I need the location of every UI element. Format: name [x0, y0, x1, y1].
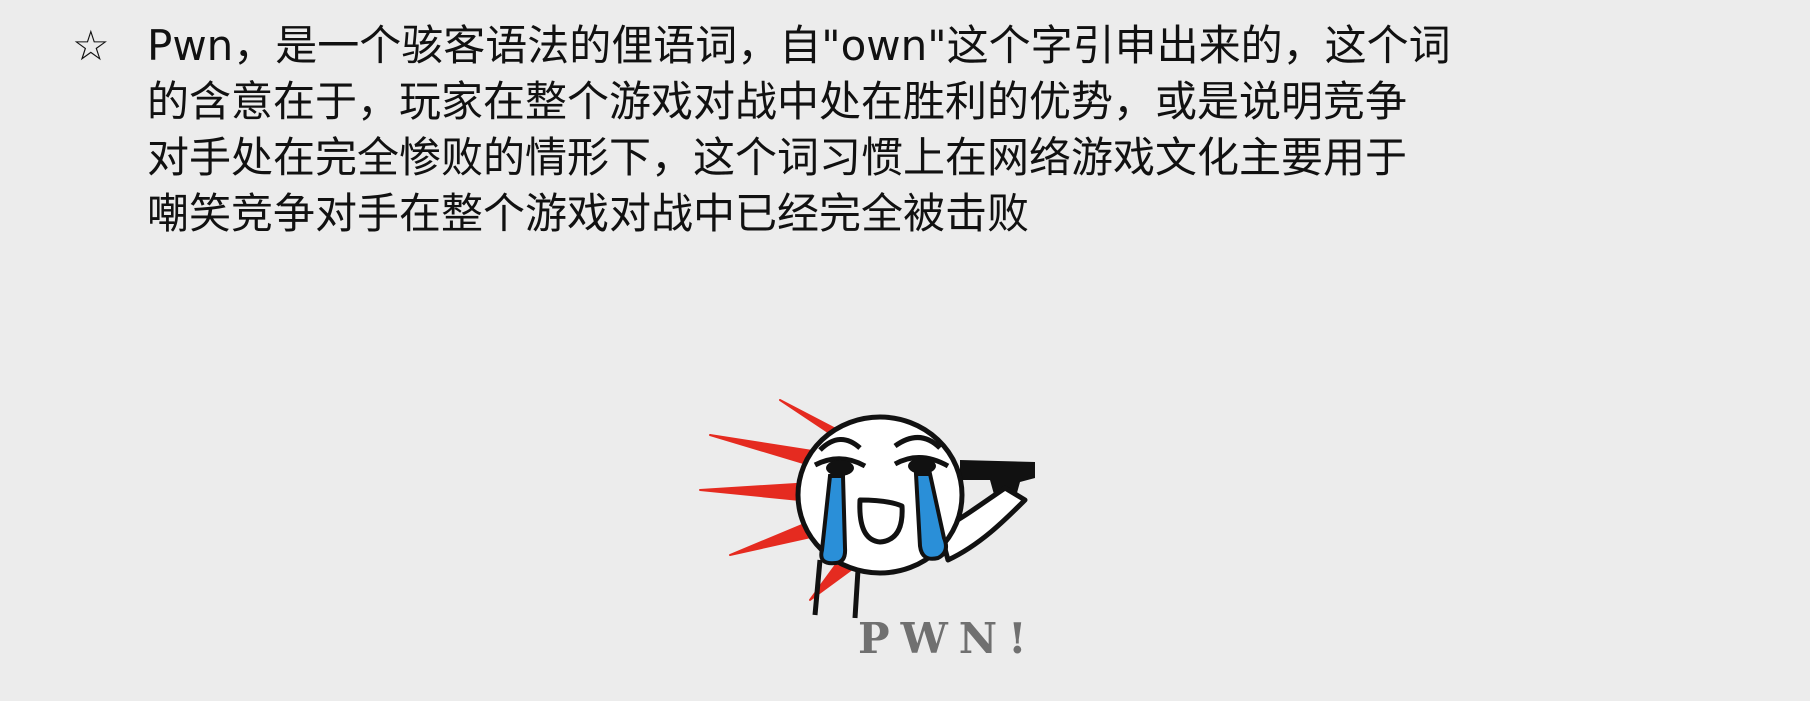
- definition-line-2: 的含意在于，玩家在整个游戏对战中处在胜利的优势，或是说明竞争: [147, 77, 1408, 126]
- definition-line-3: 对手处在完全惨败的情形下，这个词习惯上在网络游戏文化主要用于: [147, 133, 1408, 182]
- crying-face-gun-icon: [699, 399, 1035, 619]
- star-bullet-icon: ☆: [72, 21, 110, 70]
- definition-line-1: Pwn，是一个骇客语法的俚语词，自"own"这个字引申出来的，这个词: [147, 21, 1451, 70]
- definition-line-4: 嘲笑竞争对手在整个游戏对战中已经完全被击败: [147, 189, 1030, 238]
- pwn-caption: PWN!: [858, 614, 1038, 663]
